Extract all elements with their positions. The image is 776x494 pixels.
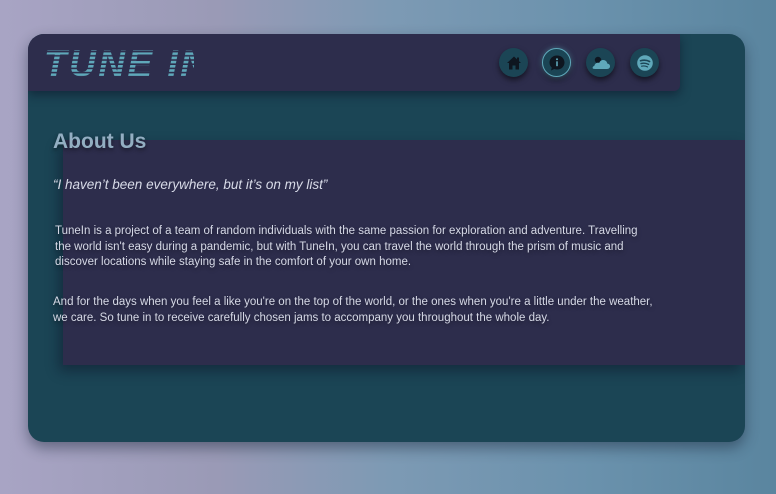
home-icon: [506, 56, 521, 69]
about-paragraph-2: And for the days when you feel a like yo…: [53, 296, 653, 324]
weather-icon: [592, 56, 610, 69]
nav-weather-button[interactable]: [586, 48, 615, 77]
spotify-icon: [636, 54, 653, 71]
svg-text:TUNE IN: TUNE IN: [44, 44, 194, 82]
nav-spotify-button[interactable]: [630, 48, 659, 77]
nav-home-button[interactable]: [499, 48, 528, 77]
nav-about-button[interactable]: [542, 48, 571, 77]
logo[interactable]: TUNE IN TUNE IN: [44, 44, 194, 82]
info-icon: [549, 55, 564, 70]
header-bar: TUNE IN TUNE IN: [28, 34, 680, 91]
page-title: About Us: [53, 130, 147, 153]
app-window: TUNE IN TUNE IN: [28, 34, 745, 442]
about-paragraph-1: TuneIn is a project of a team of random …: [55, 225, 638, 268]
about-quote: “I haven’t been everywhere, but it’s on …: [53, 177, 328, 192]
